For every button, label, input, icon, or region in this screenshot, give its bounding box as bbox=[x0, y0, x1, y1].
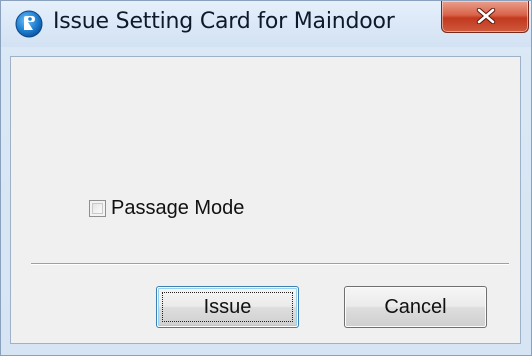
cancel-button-label: Cancel bbox=[384, 295, 447, 318]
dialog-content: Passage Mode Issue Cancel bbox=[10, 56, 521, 344]
issue-button-label: Issue bbox=[203, 295, 252, 318]
passage-mode-label[interactable]: Passage Mode bbox=[111, 197, 244, 220]
separator bbox=[31, 263, 509, 265]
close-button[interactable] bbox=[441, 1, 529, 33]
window-title: Issue Setting Card for Maindoor bbox=[53, 9, 395, 34]
close-icon bbox=[476, 8, 496, 24]
title-bar[interactable]: Issue Setting Card for Maindoor bbox=[1, 1, 531, 47]
cancel-button[interactable]: Cancel bbox=[344, 286, 487, 328]
issue-button[interactable]: Issue bbox=[156, 286, 299, 328]
passage-mode-checkbox[interactable] bbox=[89, 199, 106, 217]
app-logo-icon bbox=[15, 10, 43, 38]
dialog-window: Issue Setting Card for Maindoor Passage … bbox=[0, 0, 532, 356]
passage-mode-option[interactable]: Passage Mode bbox=[89, 195, 244, 221]
